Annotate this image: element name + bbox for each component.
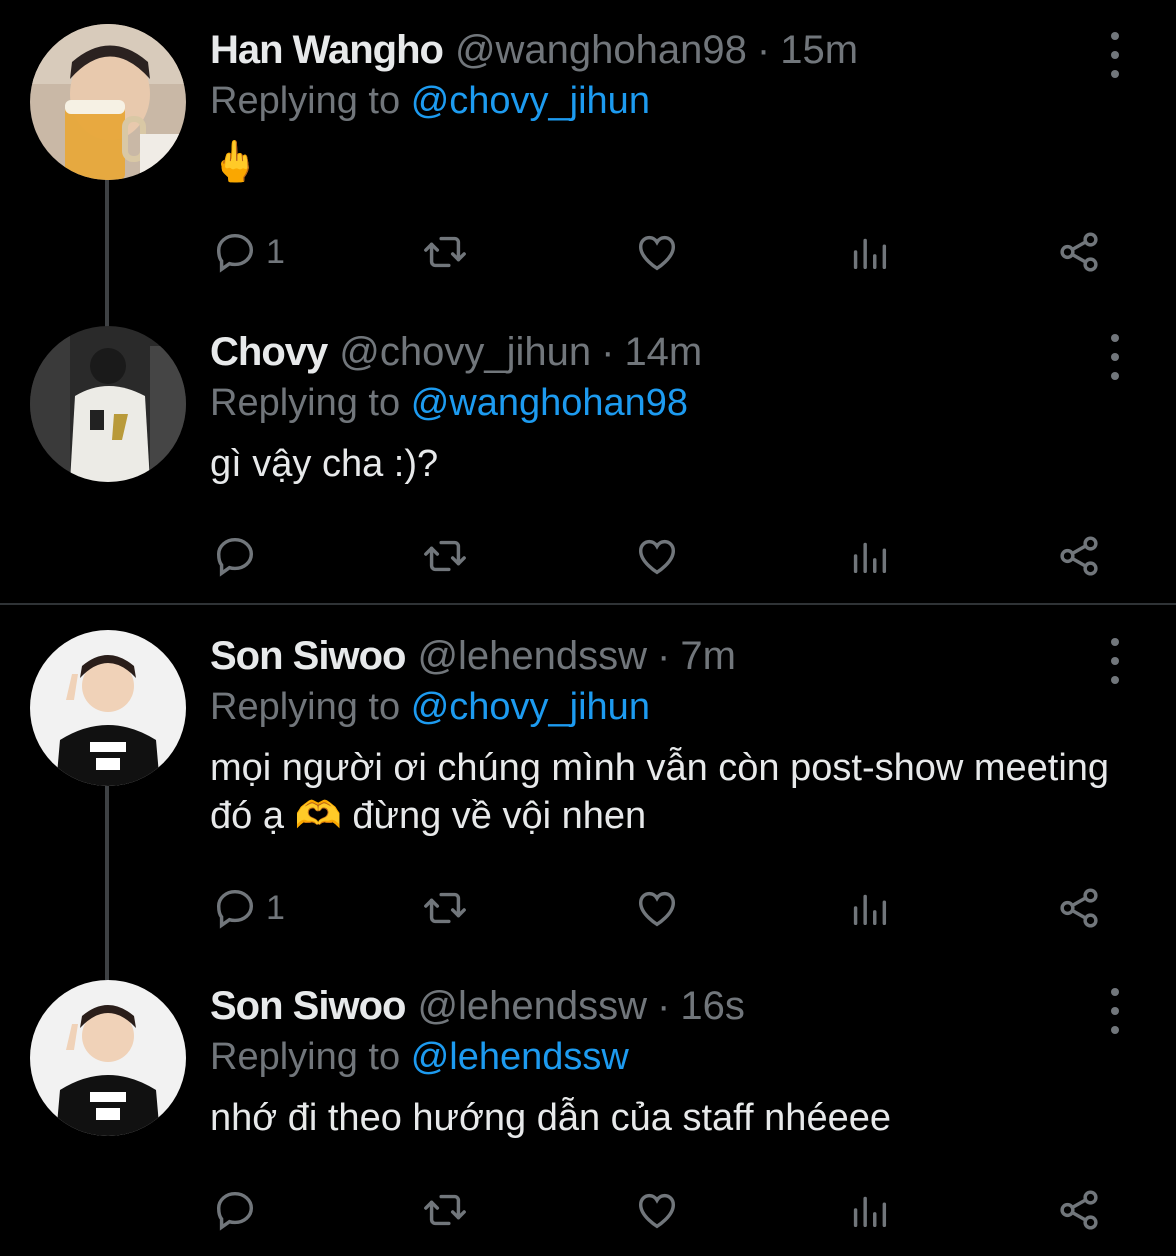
retweet-icon xyxy=(424,892,466,924)
reply-icon xyxy=(216,889,254,929)
reply-icon xyxy=(216,233,254,273)
analytics-icon xyxy=(853,1196,887,1228)
separator-dot: · xyxy=(756,28,771,72)
user-handle[interactable]: @lehendssw xyxy=(417,980,647,1032)
tweet-actions xyxy=(0,531,1176,581)
share-button[interactable] xyxy=(1056,227,1102,277)
analytics-icon xyxy=(853,894,887,926)
avatar[interactable] xyxy=(30,980,186,1136)
replying-to: Replying to @wanghohan98 xyxy=(210,380,688,426)
views-button[interactable] xyxy=(846,227,892,277)
reply-button[interactable] xyxy=(212,531,266,581)
share-button[interactable] xyxy=(1056,531,1102,581)
reply-button[interactable]: 1 xyxy=(212,227,285,277)
user-handle[interactable]: @wanghohan98 xyxy=(455,24,747,76)
tweet-header: Son Siwoo @lehendssw · 7m xyxy=(210,630,736,682)
tweet-actions xyxy=(0,1185,1176,1235)
share-icon xyxy=(1060,1190,1098,1230)
tweet-actions: 1 xyxy=(0,883,1176,933)
retweet-button[interactable] xyxy=(422,227,468,277)
like-button[interactable] xyxy=(634,531,680,581)
tweet-actions: 1 xyxy=(0,227,1176,277)
replying-to: Replying to @lehendssw xyxy=(210,1034,629,1080)
tweet-text: gì vậy cha :)? xyxy=(210,443,439,485)
reply-button[interactable] xyxy=(212,1185,266,1235)
display-name[interactable]: Chovy xyxy=(210,326,328,378)
reply-icon xyxy=(216,537,254,577)
retweet-button[interactable] xyxy=(422,1185,468,1235)
share-button[interactable] xyxy=(1056,883,1102,933)
display-name[interactable]: Han Wangho xyxy=(210,24,444,76)
reply-count: 1 xyxy=(266,888,285,927)
heart-icon xyxy=(638,1193,676,1229)
like-button[interactable] xyxy=(634,227,680,277)
tweet-text: 🖕 xyxy=(210,140,260,184)
share-icon xyxy=(1060,536,1098,576)
retweet-button[interactable] xyxy=(422,531,468,581)
like-button[interactable] xyxy=(634,883,680,933)
share-button[interactable] xyxy=(1056,1185,1102,1235)
replying-to: Replying to @chovy_jihun xyxy=(210,78,650,124)
more-options-icon[interactable] xyxy=(1100,988,1130,1034)
separator-dot: · xyxy=(657,984,671,1028)
retweet-icon xyxy=(424,1194,466,1226)
replying-to-label: Replying to xyxy=(210,686,401,728)
timestamp[interactable]: 15m xyxy=(780,24,858,76)
retweet-button[interactable] xyxy=(422,883,468,933)
tweet-header: Han Wangho @wanghohan98 · 15m xyxy=(210,24,858,76)
replying-to-label: Replying to xyxy=(210,80,401,122)
views-button[interactable] xyxy=(846,883,892,933)
tweet-text: mọi người ơi chúng mình vẫn còn post-sho… xyxy=(210,747,1110,837)
views-button[interactable] xyxy=(846,531,892,581)
avatar[interactable] xyxy=(30,326,186,482)
reply-mention-link[interactable]: @chovy_jihun xyxy=(411,686,650,728)
timestamp[interactable]: 14m xyxy=(624,326,702,378)
more-options-icon[interactable] xyxy=(1100,32,1130,78)
thread-divider xyxy=(0,603,1176,605)
reply-count: 1 xyxy=(266,232,285,271)
avatar[interactable] xyxy=(30,630,186,786)
tweet-header: Son Siwoo @lehendssw · 16s xyxy=(210,980,745,1032)
more-options-icon[interactable] xyxy=(1100,334,1130,380)
replying-to-label: Replying to xyxy=(210,1036,401,1078)
display-name[interactable]: Son Siwoo xyxy=(210,630,406,682)
tweet-text: nhớ đi theo hướng dẫn của staff nhéeee xyxy=(210,1097,891,1139)
heart-icon xyxy=(638,891,676,927)
replying-to-label: Replying to xyxy=(210,382,401,424)
thread-connector xyxy=(105,782,109,980)
heart-icon xyxy=(638,235,676,271)
user-handle[interactable]: @lehendssw xyxy=(417,630,647,682)
user-handle[interactable]: @chovy_jihun xyxy=(339,326,591,378)
reply-button[interactable]: 1 xyxy=(212,883,285,933)
reply-mention-link[interactable]: @lehendssw xyxy=(411,1036,629,1078)
analytics-icon xyxy=(853,542,887,574)
replying-to: Replying to @chovy_jihun xyxy=(210,684,650,730)
share-icon xyxy=(1060,888,1098,928)
display-name[interactable]: Son Siwoo xyxy=(210,980,406,1032)
reply-icon xyxy=(216,1191,254,1231)
views-button[interactable] xyxy=(846,1185,892,1235)
retweet-icon xyxy=(424,236,466,268)
heart-icon xyxy=(638,539,676,575)
share-icon xyxy=(1060,232,1098,272)
analytics-icon xyxy=(853,238,887,270)
timestamp[interactable]: 7m xyxy=(680,630,736,682)
reply-mention-link[interactable]: @chovy_jihun xyxy=(411,80,650,122)
avatar[interactable] xyxy=(30,24,186,180)
retweet-icon xyxy=(424,540,466,572)
timestamp[interactable]: 16s xyxy=(680,980,745,1032)
tweet-header: Chovy @chovy_jihun · 14m xyxy=(210,326,702,378)
reply-mention-link[interactable]: @wanghohan98 xyxy=(411,382,688,424)
more-options-icon[interactable] xyxy=(1100,638,1130,684)
separator-dot: · xyxy=(601,330,615,374)
separator-dot: · xyxy=(657,634,671,678)
like-button[interactable] xyxy=(634,1185,680,1235)
